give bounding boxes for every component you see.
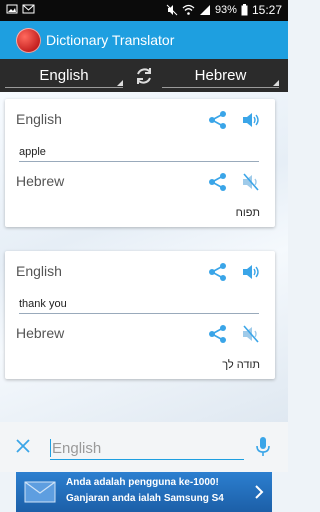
share-icon[interactable] xyxy=(208,110,228,130)
language-bar: English Hebrew xyxy=(0,59,288,92)
swap-icon[interactable] xyxy=(133,65,155,87)
ad-line-1: Anda adalah pengguna ke-1000! xyxy=(66,477,219,488)
output-text: תפוח xyxy=(235,207,260,219)
input-text[interactable]: thank you xyxy=(19,298,259,314)
speaker-muted-icon[interactable] xyxy=(241,172,261,192)
target-language-label: Hebrew xyxy=(194,66,247,84)
card-source-language: English xyxy=(16,111,62,127)
mail-notification-icon xyxy=(22,4,35,14)
battery-icon xyxy=(241,4,248,16)
source-language-selector[interactable]: English xyxy=(5,63,123,88)
text-cursor xyxy=(50,439,51,457)
search-input[interactable] xyxy=(50,437,244,460)
share-icon[interactable] xyxy=(208,262,228,282)
app-logo-icon[interactable] xyxy=(16,28,41,53)
share-icon[interactable] xyxy=(208,172,228,192)
card-target-language: Hebrew xyxy=(16,325,65,341)
wifi-icon xyxy=(182,4,195,15)
chevron-right-icon xyxy=(255,485,264,499)
output-text: תודה לך xyxy=(222,359,260,371)
source-language-label: English xyxy=(39,66,89,84)
microphone-icon[interactable] xyxy=(254,436,272,458)
mute-icon xyxy=(166,4,178,16)
status-bar: 93% 15:27 xyxy=(0,0,288,21)
image-notification-icon xyxy=(6,4,18,14)
translation-card: English thank you Hebrew תודה לך xyxy=(5,251,275,379)
dropdown-indicator-icon xyxy=(273,80,279,86)
battery-percent: 93% xyxy=(214,4,237,16)
signal-icon xyxy=(199,5,210,15)
input-bar xyxy=(0,422,288,472)
target-language-selector[interactable]: Hebrew xyxy=(162,63,279,88)
input-text[interactable]: apple xyxy=(19,146,259,162)
envelope-icon xyxy=(24,481,56,503)
speaker-muted-icon[interactable] xyxy=(241,324,261,344)
share-icon[interactable] xyxy=(208,324,228,344)
ad-banner[interactable]: Anda adalah pengguna ke-1000! Ganjaran a… xyxy=(16,472,272,512)
translation-list: English apple Hebrew תפוח English thank … xyxy=(0,92,288,422)
clock: 15:27 xyxy=(251,3,282,17)
speaker-icon[interactable] xyxy=(241,110,261,130)
dropdown-indicator-icon xyxy=(117,80,123,86)
close-icon[interactable] xyxy=(14,437,32,455)
app-title: Dictionary Translator xyxy=(46,32,175,48)
ad-line-2: Ganjaran anda ialah Samsung S4 xyxy=(66,493,224,504)
app-bar: Dictionary Translator xyxy=(0,21,288,59)
card-target-language: Hebrew xyxy=(16,173,65,189)
translation-card: English apple Hebrew תפוח xyxy=(5,99,275,227)
speaker-icon[interactable] xyxy=(241,262,261,282)
card-source-language: English xyxy=(16,263,62,279)
